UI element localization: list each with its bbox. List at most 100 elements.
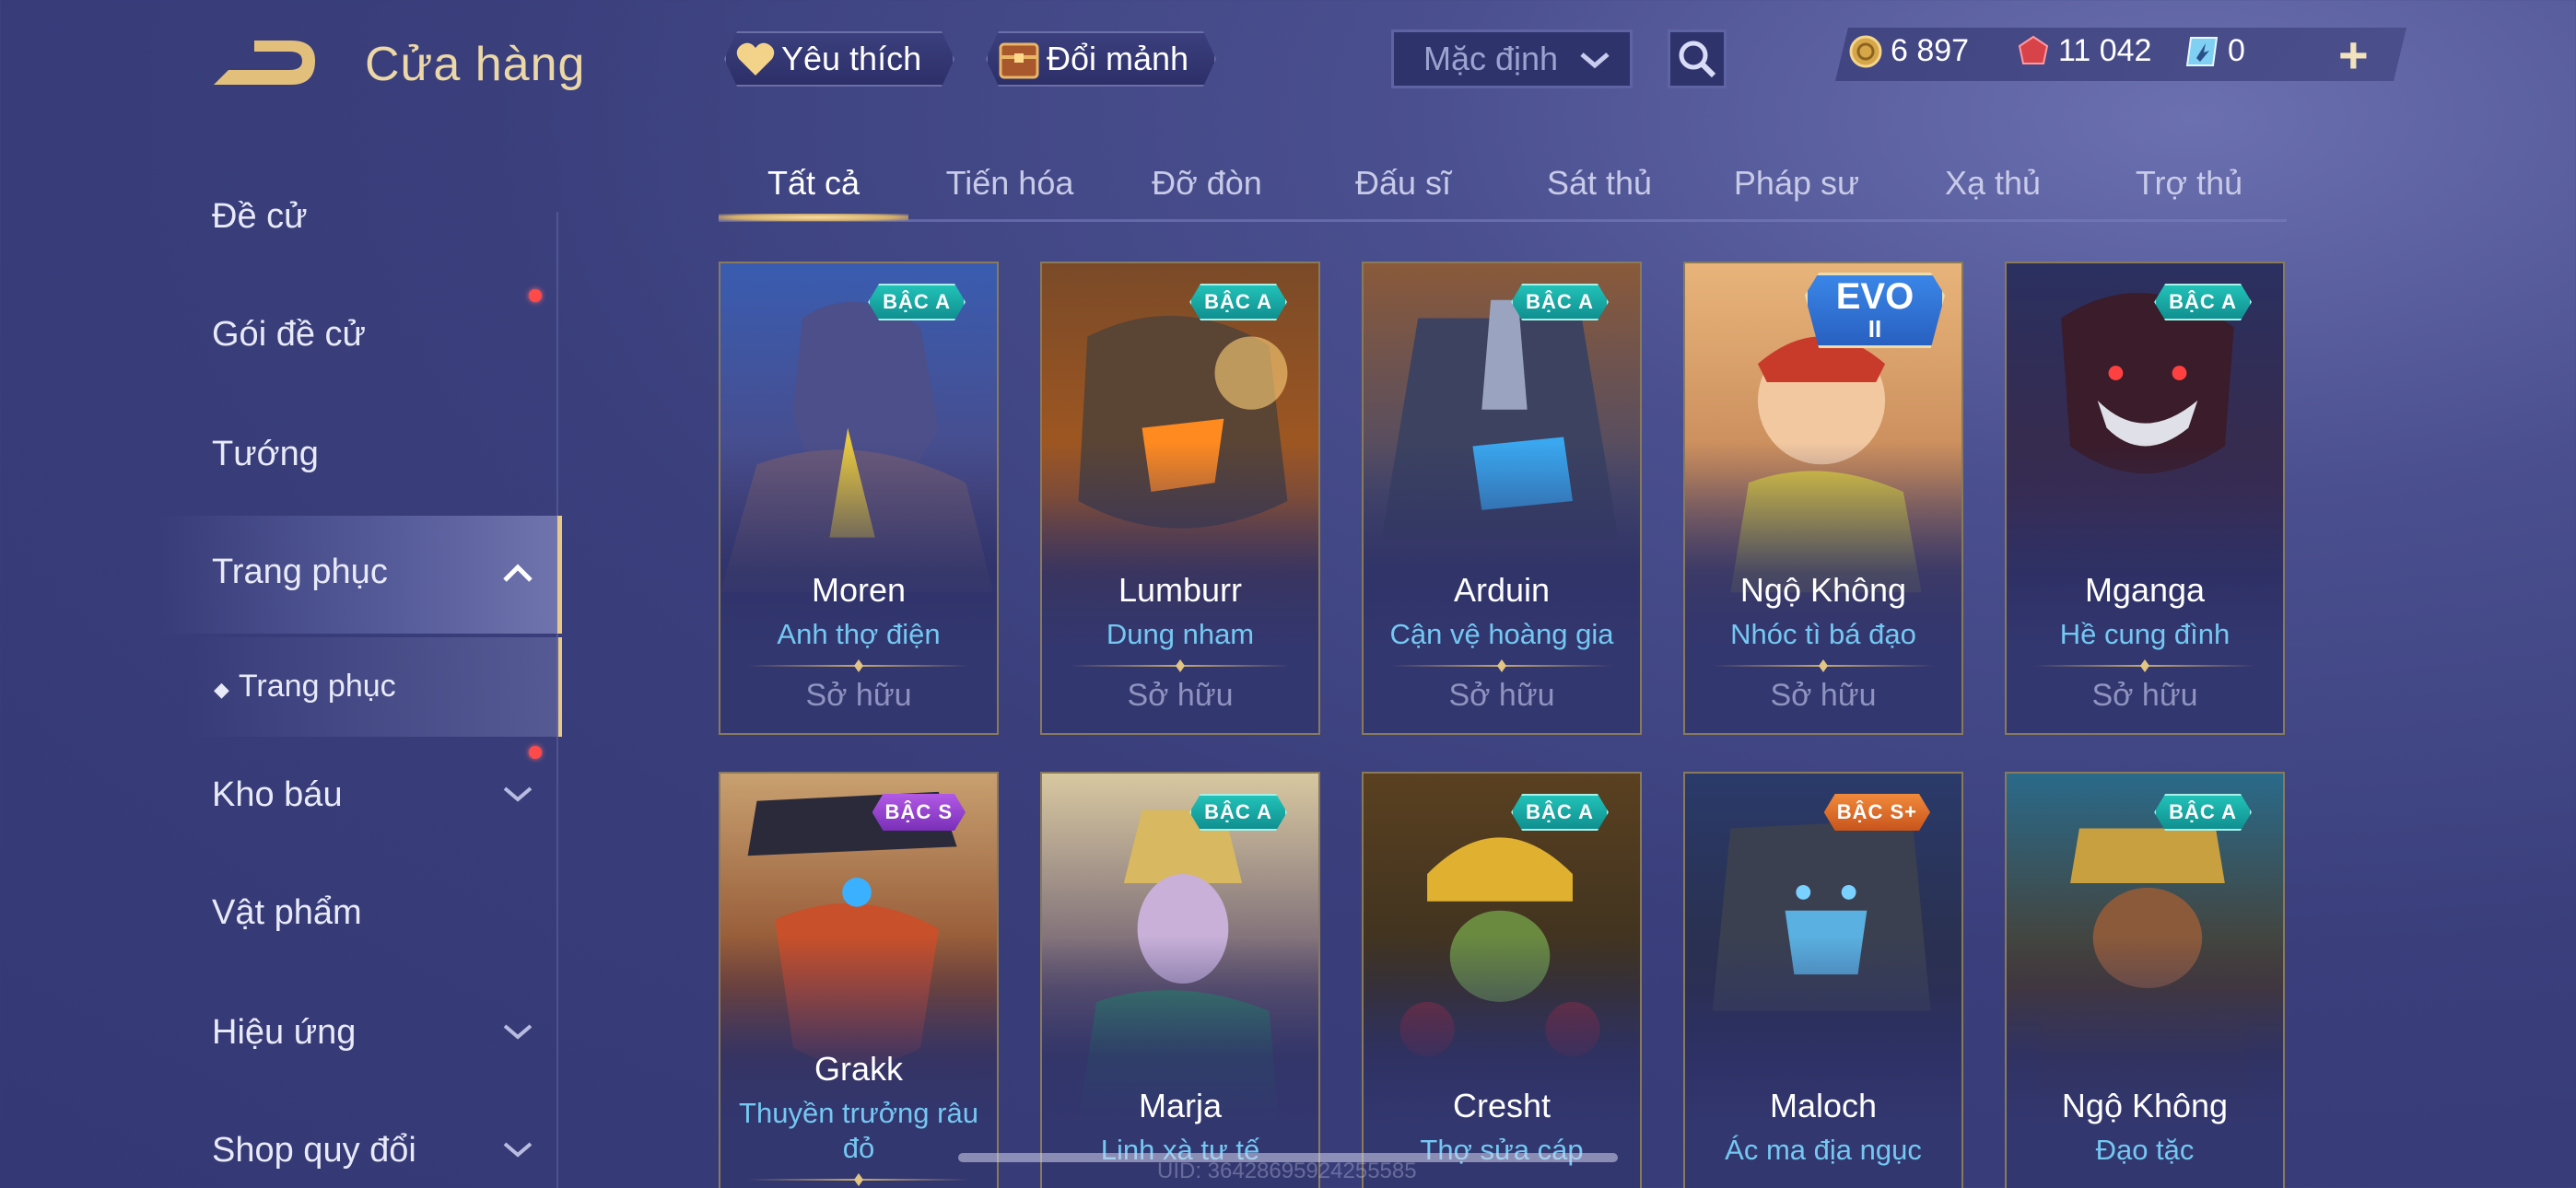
- sidebar-item-label: Đề cử: [212, 197, 308, 236]
- tabs-baseline: [719, 219, 2287, 222]
- sidebar-item-label: Gói đề cử: [212, 315, 366, 354]
- notification-dot: [529, 289, 542, 302]
- hero-name: Lumburr: [1118, 571, 1243, 609]
- ticket-currency: 0: [2185, 33, 2245, 69]
- sidebar-item-items[interactable]: Vật phẩm: [212, 893, 362, 933]
- gold-amount: 6 897: [1891, 33, 1970, 68]
- skin-card[interactable]: BẬC A Ngộ Không Đạo tặc: [2005, 772, 2285, 1188]
- ruby-currency: 11 042: [2016, 33, 2151, 69]
- rank-badge: BẬC A: [868, 284, 966, 320]
- skin-name: Dung nham: [1106, 618, 1255, 650]
- sidebar-item-featured[interactable]: Đề cử: [212, 197, 308, 237]
- search-icon: [1679, 41, 1716, 78]
- sidebar-item-label: Hiệu ứng: [212, 1013, 357, 1052]
- page-title: Cửa hàng: [365, 38, 586, 91]
- skin-name: Hề cung đình: [2059, 618, 2231, 650]
- owned-status: Sở hữu: [1770, 678, 1877, 713]
- tab-mage[interactable]: Pháp sư: [1704, 164, 1889, 203]
- sidebar-item-label: Tướng: [212, 435, 319, 473]
- skin-card[interactable]: EVO II Ngộ Không Nhóc tì bá đạo Sở hữu: [1683, 262, 1963, 735]
- tab-marksman[interactable]: Xạ thủ: [1901, 164, 2085, 203]
- skin-card[interactable]: BẬC A Arduin Cận vệ hoàng gia Sở hữu: [1362, 262, 1642, 735]
- add-currency-button[interactable]: +: [2338, 29, 2369, 81]
- sidebar-subitem-label: Trang phục: [238, 669, 396, 704]
- evo-badge: EVO II: [1805, 273, 1945, 348]
- chevron-down-icon: [1580, 52, 1610, 69]
- skin-name: Ác ma địa ngục: [1725, 1134, 1922, 1166]
- sort-dropdown[interactable]: Mặc định: [1391, 29, 1633, 88]
- skin-card[interactable]: BẬC A Mganga Hề cung đình Sở hữu: [2005, 262, 2285, 735]
- tab-evolution[interactable]: Tiến hóa: [918, 164, 1102, 203]
- skin-card[interactable]: BẬC S+ Maloch Ác ma địa ngục: [1683, 772, 1963, 1188]
- hero-name: Arduin: [1453, 571, 1551, 609]
- skin-name: Thuyền trưởng râu đỏ: [739, 1097, 978, 1164]
- owned-status: Sở hữu: [805, 678, 912, 713]
- uid-watermark: UID: 36428695924255585: [1157, 1159, 1417, 1183]
- rank-badge: BẬC S+: [1824, 794, 1930, 831]
- skin-name: Cận vệ hoàng gia: [1389, 618, 1614, 650]
- diamond-bullet-icon: ◆: [214, 678, 229, 701]
- chevron-down-icon: [503, 786, 533, 802]
- rank-badge: BẬC A: [1189, 284, 1287, 320]
- chevron-down-icon: [503, 1024, 533, 1040]
- favorites-button[interactable]: Yêu thích: [724, 31, 954, 87]
- tab-tank[interactable]: Đỡ đòn: [1115, 164, 1299, 203]
- owned-status: Sở hữu: [1127, 678, 1234, 713]
- skin-name: Nhóc tì bá đạo: [1730, 618, 1916, 650]
- sidebar-item-exchange-shop[interactable]: Shop quy đổi: [212, 1131, 533, 1171]
- gold-coin-icon: [1849, 35, 1882, 67]
- ornament-divider: [748, 658, 969, 674]
- hero-name: Cresht: [1452, 1087, 1551, 1124]
- treasure-chest-icon: [997, 37, 1041, 81]
- ornament-divider: [1713, 658, 1934, 674]
- back-arrow-icon: [214, 41, 315, 85]
- skin-card[interactable]: BẬC S Grakk Thuyền trưởng râu đỏ: [719, 772, 999, 1188]
- shard-exchange-button[interactable]: Đổi mảnh: [986, 31, 1216, 87]
- ruby-amount: 11 042: [2058, 33, 2152, 68]
- hero-name: Ngộ Không: [2061, 1087, 2229, 1124]
- tab-fighter[interactable]: Đấu sĩ: [1311, 164, 1495, 203]
- owned-status: Sở hữu: [2091, 678, 2198, 713]
- rank-badge: BẬC A: [2154, 794, 2252, 831]
- hero-name: Marja: [1138, 1087, 1223, 1124]
- sidebar-item-treasure[interactable]: Kho báu: [212, 775, 533, 815]
- sidebar-item-heroes[interactable]: Tướng: [212, 435, 319, 474]
- gold-currency: 6 897: [1848, 33, 1969, 69]
- ruby-icon: [2018, 35, 2049, 64]
- search-button[interactable]: [1668, 29, 1727, 88]
- chevron-down-icon: [503, 1142, 533, 1158]
- tab-assassin[interactable]: Sát thủ: [1507, 164, 1692, 203]
- skin-name: Đạo tặc: [2095, 1134, 2195, 1166]
- ornament-divider: [1391, 658, 1612, 674]
- sidebar-item-featured-bundles[interactable]: Gói đề cử: [212, 315, 366, 355]
- skin-card[interactable]: BẬC A Cresht Thợ sửa cáp: [1362, 772, 1642, 1188]
- ticket-amount: 0: [2228, 33, 2245, 68]
- tab-support[interactable]: Trợ thủ: [2097, 164, 2281, 203]
- skin-card[interactable]: BẬC A Lumburr Dung nham Sở hữu: [1040, 262, 1320, 735]
- ornament-divider: [2034, 658, 2255, 674]
- back-button[interactable]: [210, 37, 321, 94]
- ornament-divider: [1070, 658, 1291, 674]
- skin-name: Anh thợ điện: [777, 618, 941, 650]
- favorites-label: Yêu thích: [781, 40, 922, 77]
- shard-exchange-label: Đổi mảnh: [1047, 40, 1189, 77]
- sidebar-item-effects[interactable]: Hiệu ứng: [212, 1013, 533, 1053]
- hero-name: Moren: [811, 571, 907, 609]
- active-tab-indicator: [719, 214, 908, 221]
- skin-card[interactable]: BẬC A Moren Anh thợ điện Sở hữu: [719, 262, 999, 735]
- rank-badge: BẬC A: [1511, 794, 1609, 831]
- tab-all[interactable]: Tất cả: [721, 164, 906, 203]
- skin-card[interactable]: BẬC A Marja Linh xà tư tế: [1040, 772, 1320, 1188]
- sidebar-subitem-skins[interactable]: ◆ Trang phục: [214, 669, 396, 705]
- rank-badge: BẬC A: [1189, 794, 1287, 831]
- ornament-divider: [748, 1171, 969, 1188]
- sidebar-item-skins[interactable]: Trang phục: [212, 553, 533, 592]
- notification-dot: [529, 746, 542, 759]
- hero-name: Ngộ Không: [1739, 571, 1907, 609]
- sidebar-item-label: Trang phục: [212, 553, 388, 591]
- rank-badge: BẬC A: [1511, 284, 1609, 320]
- sidebar-item-label: Shop quy đổi: [212, 1131, 416, 1170]
- hero-name: Mganga: [2084, 571, 2206, 609]
- heart-icon: [735, 41, 776, 77]
- hero-name: Grakk: [814, 1050, 903, 1088]
